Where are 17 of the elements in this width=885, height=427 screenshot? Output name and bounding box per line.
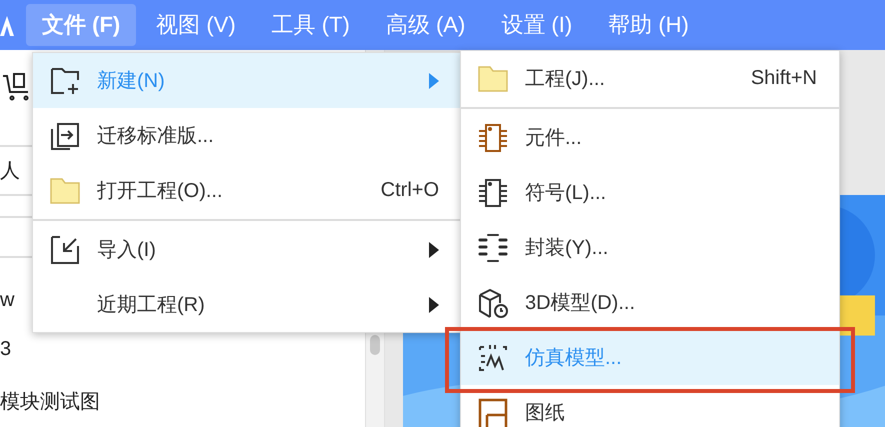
menu-item[interactable]: 符号(L)... <box>461 165 839 220</box>
logo-icon <box>0 14 14 36</box>
menu-item[interactable]: 工程(J)... Shift+N <box>461 51 839 106</box>
menu-item[interactable]: 元件... <box>461 110 839 165</box>
menu-item[interactable]: 封装(Y)... <box>461 220 839 275</box>
menu-item[interactable]: 3D模型(D)... <box>461 275 839 330</box>
drawing-sheet-icon <box>477 396 509 427</box>
cube-icon <box>477 286 509 318</box>
list-item-text: 3 <box>0 338 12 361</box>
footprint-icon <box>477 232 509 264</box>
list-item-text: 人 <box>0 159 20 184</box>
chip-icon <box>477 176 509 208</box>
import-icon <box>49 234 81 266</box>
list-item-text: 模块测试图 <box>0 390 100 414</box>
menu-item[interactable]: 近期工程(R) <box>33 277 461 332</box>
chip-icon <box>477 122 509 154</box>
list-item-text: w <box>0 289 14 312</box>
